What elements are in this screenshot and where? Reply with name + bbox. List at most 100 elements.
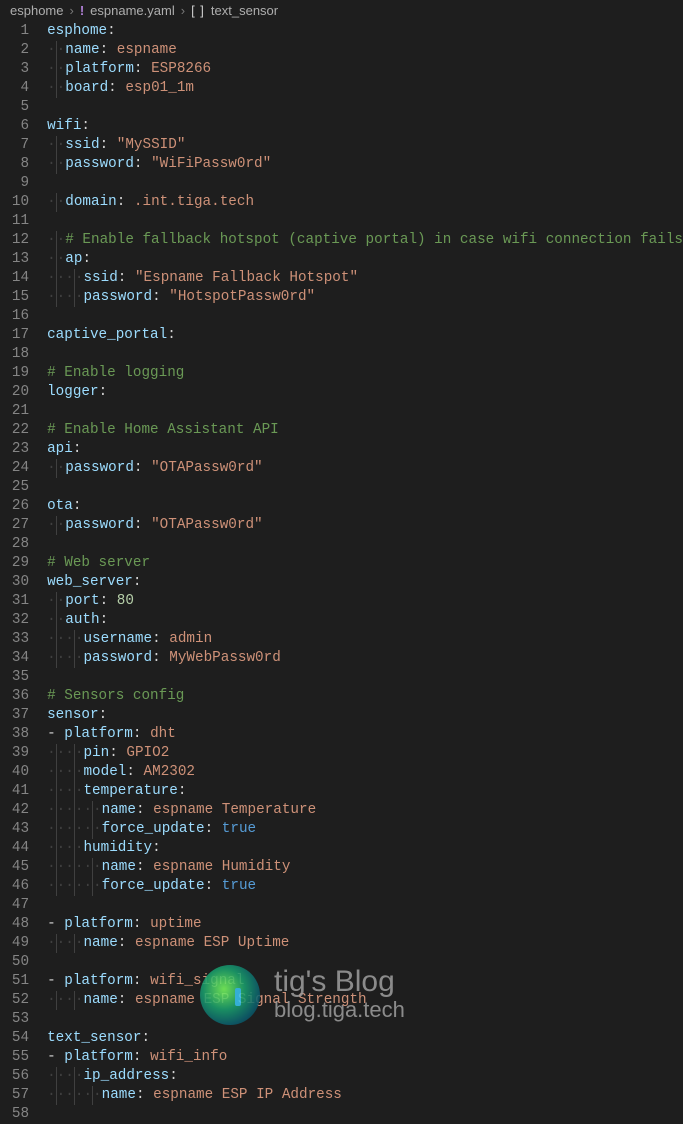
code-line[interactable]: - platform: wifi_info xyxy=(47,1048,683,1067)
line-number: 12 xyxy=(0,231,29,250)
code-line[interactable]: web_server: xyxy=(47,573,683,592)
code-editor[interactable]: 1234567891011121314151617181920212223242… xyxy=(0,22,683,1124)
line-number-gutter: 1234567891011121314151617181920212223242… xyxy=(0,22,47,1124)
line-number: 51 xyxy=(0,972,29,991)
yaml-file-icon: ! xyxy=(80,3,84,18)
code-line[interactable]: ····password: "HotspotPassw0rd" xyxy=(47,288,683,307)
line-number: 29 xyxy=(0,554,29,573)
code-line[interactable]: ····password: MyWebPassw0rd xyxy=(47,649,683,668)
code-line[interactable] xyxy=(47,953,683,972)
code-line[interactable]: ····ssid: "Espname Fallback Hotspot" xyxy=(47,269,683,288)
code-line[interactable] xyxy=(47,212,683,231)
code-line[interactable]: ··auth: xyxy=(47,611,683,630)
code-line[interactable]: api: xyxy=(47,440,683,459)
code-line[interactable]: esphome: xyxy=(47,22,683,41)
line-number: 54 xyxy=(0,1029,29,1048)
code-line[interactable]: ····temperature: xyxy=(47,782,683,801)
line-number: 15 xyxy=(0,288,29,307)
code-line[interactable]: captive_portal: xyxy=(47,326,683,345)
code-line[interactable] xyxy=(47,896,683,915)
code-line[interactable]: ····ip_address: xyxy=(47,1067,683,1086)
code-line[interactable] xyxy=(47,98,683,117)
code-line[interactable]: ··name: espname xyxy=(47,41,683,60)
code-line[interactable]: ····pin: GPIO2 xyxy=(47,744,683,763)
code-line[interactable] xyxy=(47,307,683,326)
line-number: 52 xyxy=(0,991,29,1010)
code-line[interactable]: text_sensor: xyxy=(47,1029,683,1048)
code-line[interactable]: # Web server xyxy=(47,554,683,573)
code-line[interactable]: ····username: admin xyxy=(47,630,683,649)
code-line[interactable]: ota: xyxy=(47,497,683,516)
code-line[interactable]: - platform: uptime xyxy=(47,915,683,934)
line-number: 49 xyxy=(0,934,29,953)
line-number: 34 xyxy=(0,649,29,668)
line-number: 17 xyxy=(0,326,29,345)
code-line[interactable]: # Enable Home Assistant API xyxy=(47,421,683,440)
code-line[interactable]: ····humidity: xyxy=(47,839,683,858)
code-line[interactable] xyxy=(47,535,683,554)
line-number: 1 xyxy=(0,22,29,41)
code-line[interactable]: - platform: dht xyxy=(47,725,683,744)
breadcrumb-root[interactable]: esphome xyxy=(10,3,63,18)
line-number: 6 xyxy=(0,117,29,136)
code-content[interactable]: esphome:··name: espname··platform: ESP82… xyxy=(47,22,683,1124)
line-number: 48 xyxy=(0,915,29,934)
code-line[interactable] xyxy=(47,1105,683,1124)
code-line[interactable] xyxy=(47,1010,683,1029)
line-number: 5 xyxy=(0,98,29,117)
code-line[interactable]: ··password: "OTAPassw0rd" xyxy=(47,459,683,478)
code-line[interactable]: wifi: xyxy=(47,117,683,136)
line-number: 10 xyxy=(0,193,29,212)
code-line[interactable]: ····model: AM2302 xyxy=(47,763,683,782)
line-number: 38 xyxy=(0,725,29,744)
code-line[interactable]: ··port: 80 xyxy=(47,592,683,611)
line-number: 56 xyxy=(0,1067,29,1086)
code-line[interactable]: ······name: espname ESP IP Address xyxy=(47,1086,683,1105)
code-line[interactable]: ··ap: xyxy=(47,250,683,269)
line-number: 28 xyxy=(0,535,29,554)
line-number: 23 xyxy=(0,440,29,459)
line-number: 39 xyxy=(0,744,29,763)
line-number: 57 xyxy=(0,1086,29,1105)
code-line[interactable]: ··platform: ESP8266 xyxy=(47,60,683,79)
code-line[interactable]: # Enable logging xyxy=(47,364,683,383)
code-line[interactable]: ··password: "OTAPassw0rd" xyxy=(47,516,683,535)
code-line[interactable]: ··# Enable fallback hotspot (captive por… xyxy=(47,231,683,250)
code-line[interactable]: sensor: xyxy=(47,706,683,725)
line-number: 25 xyxy=(0,478,29,497)
code-line[interactable]: ··ssid: "MySSID" xyxy=(47,136,683,155)
code-line[interactable] xyxy=(47,668,683,687)
line-number: 45 xyxy=(0,858,29,877)
code-line[interactable]: ······name: espname Temperature xyxy=(47,801,683,820)
code-line[interactable]: ··board: esp01_1m xyxy=(47,79,683,98)
code-line[interactable] xyxy=(47,478,683,497)
code-line[interactable] xyxy=(47,402,683,421)
code-line[interactable] xyxy=(47,345,683,364)
line-number: 18 xyxy=(0,345,29,364)
code-line[interactable]: ··domain: .int.tiga.tech xyxy=(47,193,683,212)
breadcrumb-file[interactable]: espname.yaml xyxy=(90,3,175,18)
code-line[interactable]: ··password: "WiFiPassw0rd" xyxy=(47,155,683,174)
line-number: 24 xyxy=(0,459,29,478)
line-number: 21 xyxy=(0,402,29,421)
code-line[interactable]: - platform: wifi_signal xyxy=(47,972,683,991)
line-number: 37 xyxy=(0,706,29,725)
line-number: 31 xyxy=(0,592,29,611)
line-number: 32 xyxy=(0,611,29,630)
code-line[interactable]: logger: xyxy=(47,383,683,402)
chevron-right-icon: › xyxy=(181,3,185,18)
code-line[interactable]: ······force_update: true xyxy=(47,877,683,896)
line-number: 22 xyxy=(0,421,29,440)
code-line[interactable]: # Sensors config xyxy=(47,687,683,706)
code-line[interactable]: ····name: espname ESP Uptime xyxy=(47,934,683,953)
breadcrumb-symbol[interactable]: text_sensor xyxy=(211,3,278,18)
line-number: 44 xyxy=(0,839,29,858)
line-number: 36 xyxy=(0,687,29,706)
code-line[interactable]: ······name: espname Humidity xyxy=(47,858,683,877)
code-line[interactable]: ····name: espname ESP Signal Strength xyxy=(47,991,683,1010)
code-line[interactable]: ······force_update: true xyxy=(47,820,683,839)
line-number: 7 xyxy=(0,136,29,155)
line-number: 8 xyxy=(0,155,29,174)
breadcrumb[interactable]: esphome › ! espname.yaml › [ ] text_sens… xyxy=(0,0,683,22)
code-line[interactable] xyxy=(47,174,683,193)
